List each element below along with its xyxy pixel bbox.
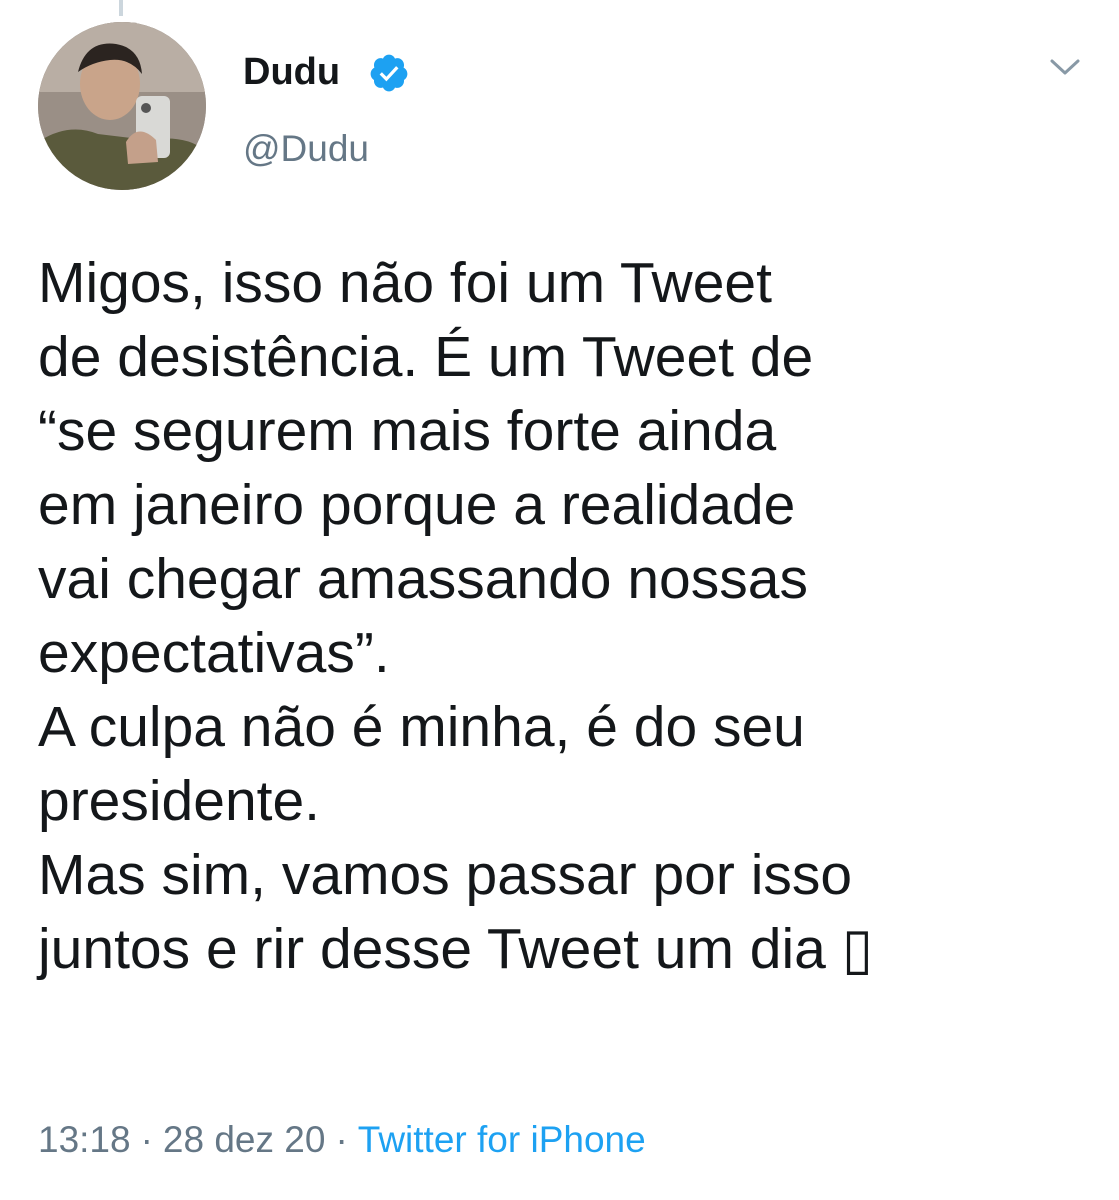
tweet-metadata: 13:18 · 28 dez 20 · Twitter for iPhone <box>38 1114 646 1166</box>
author-handle[interactable]: @Dudu <box>243 124 369 174</box>
thread-connector-line <box>119 0 123 16</box>
author-name[interactable]: Dudu <box>243 46 340 98</box>
avatar-photo <box>38 22 206 190</box>
tweet-date[interactable]: 28 dez 20 <box>163 1119 326 1160</box>
tweet-text: Migos, isso não foi um Tweet de desistên… <box>38 246 1098 986</box>
avatar[interactable] <box>38 22 206 190</box>
meta-separator: · <box>335 1119 348 1160</box>
meta-separator: · <box>140 1119 153 1160</box>
unrendered-emoji-glyph: ▯ <box>841 917 874 981</box>
verified-badge-icon <box>370 54 408 92</box>
tweet-source-link[interactable]: Twitter for iPhone <box>358 1119 646 1160</box>
chevron-down-icon[interactable] <box>1046 52 1084 82</box>
tweet-body: Migos, isso não foi um Tweet de desistên… <box>38 251 853 981</box>
tweet-time[interactable]: 13:18 <box>38 1119 131 1160</box>
